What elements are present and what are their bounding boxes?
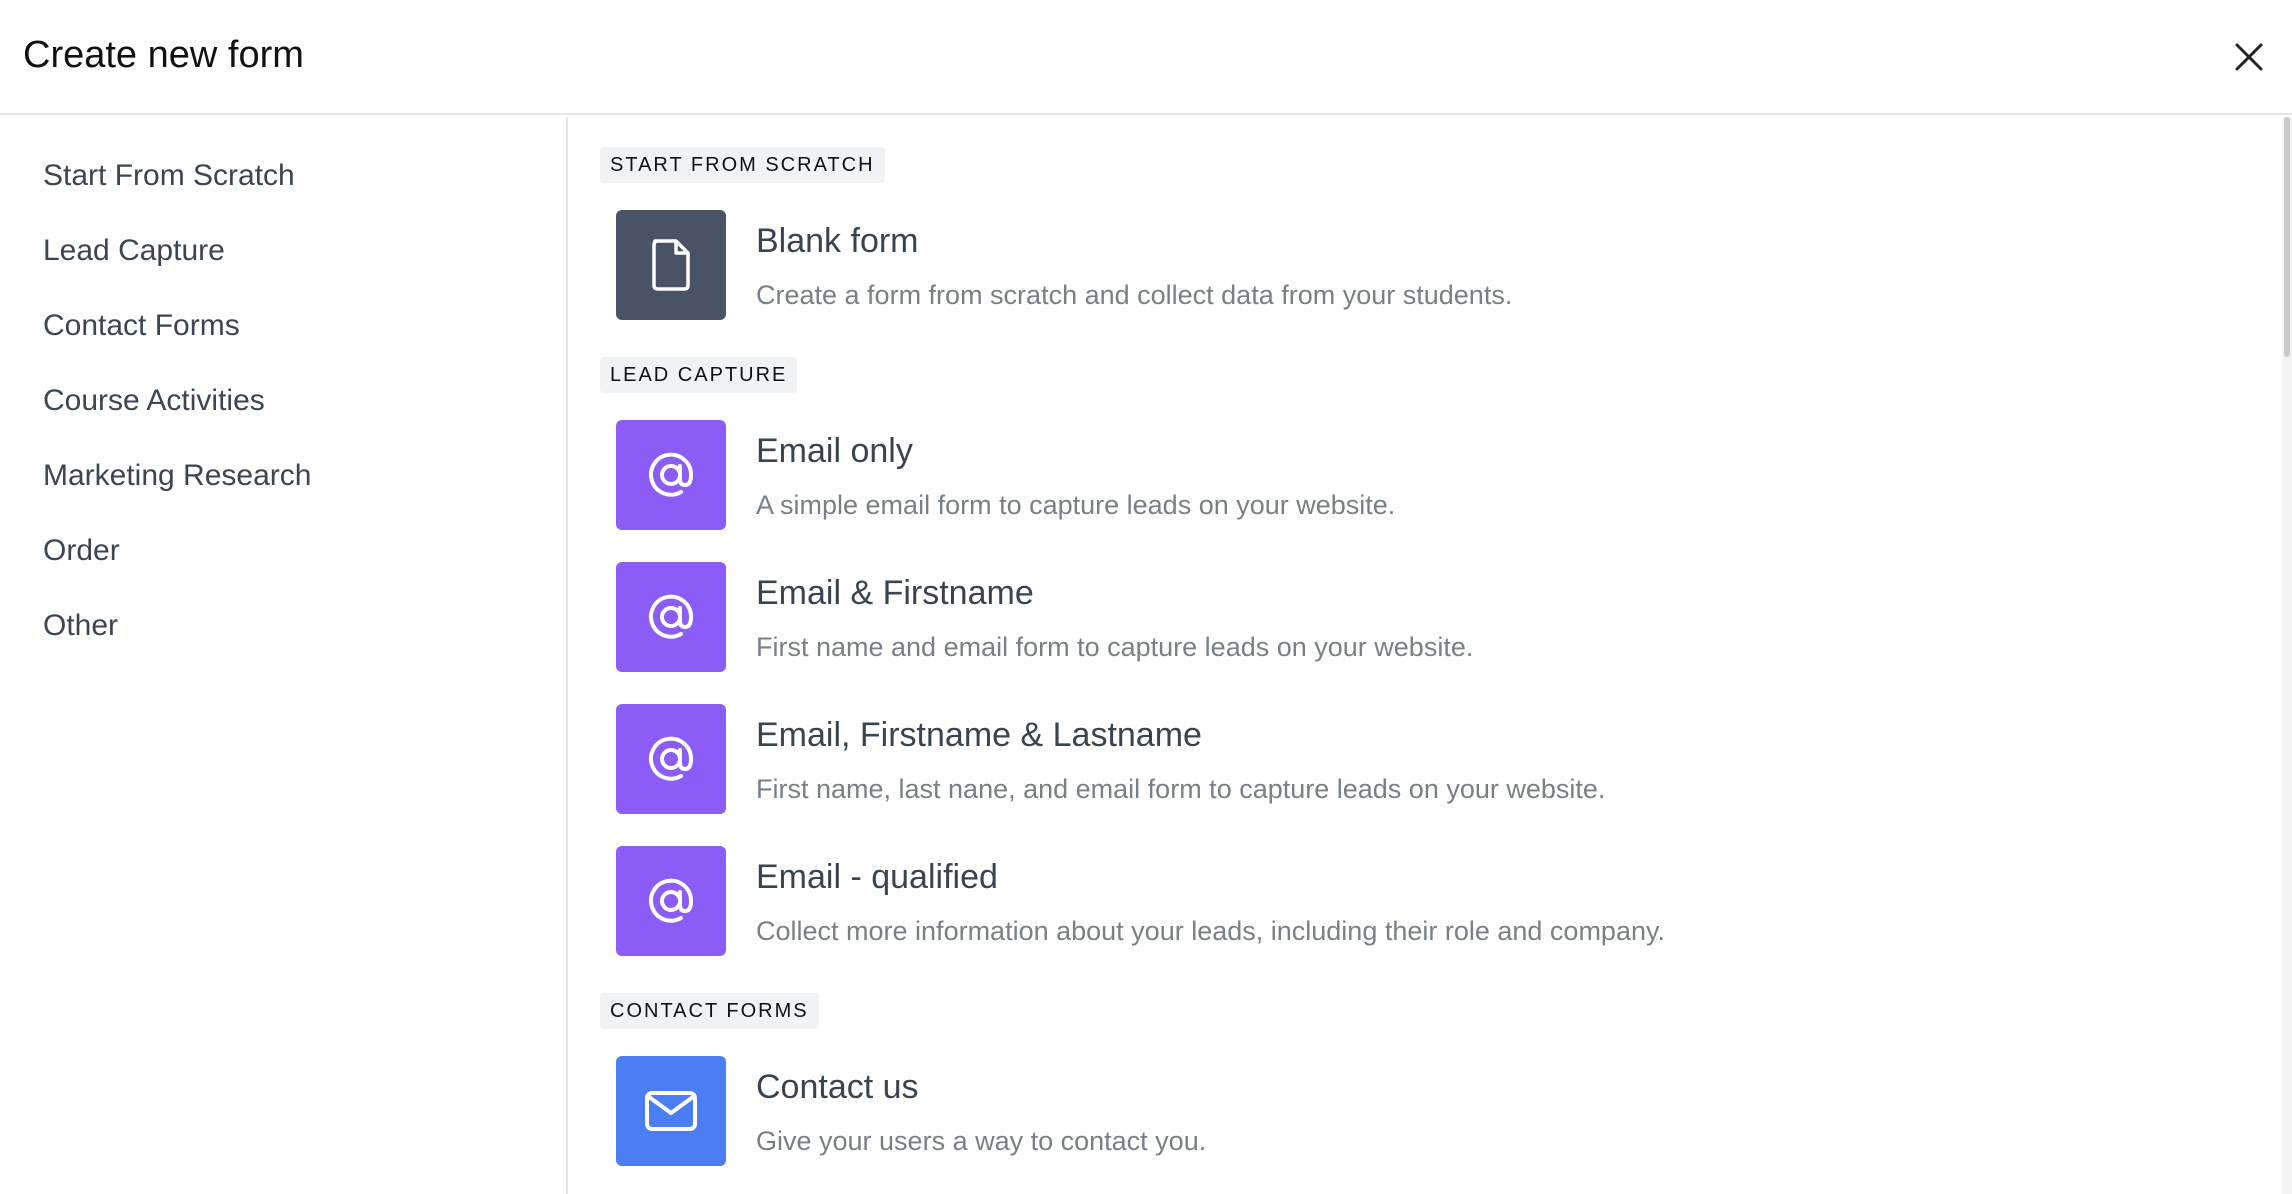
template-title: Email, Firstname & Lastname bbox=[756, 716, 1202, 754]
template-icon-tile bbox=[616, 210, 726, 320]
template-description: Collect more information about your lead… bbox=[756, 916, 1665, 946]
at-sign-icon bbox=[649, 452, 694, 497]
sidebar-item-order[interactable]: Order bbox=[43, 534, 120, 568]
template-list: START FROM SCRATCH Blank form Create a f… bbox=[570, 117, 2276, 1194]
at-sign-icon bbox=[649, 736, 694, 781]
sidebar-item-other[interactable]: Other bbox=[43, 609, 118, 643]
template-description: First name, last nane, and email form to… bbox=[756, 774, 1606, 804]
sidebar-item-marketing-research[interactable]: Marketing Research bbox=[43, 459, 311, 493]
sidebar-item-lead-capture[interactable]: Lead Capture bbox=[43, 234, 225, 268]
template-description: Create a form from scratch and collect d… bbox=[756, 280, 1513, 310]
template-description: Give your users a way to contact you. bbox=[756, 1126, 1207, 1156]
template-card-contact-us[interactable]: Contact us Give your users a way to cont… bbox=[616, 1056, 2116, 1166]
at-sign-icon bbox=[649, 594, 694, 639]
section-tag-lead-capture: LEAD CAPTURE bbox=[600, 357, 798, 393]
section-tag-contact-forms: CONTACT FORMS bbox=[600, 993, 819, 1029]
scrollbar-thumb[interactable] bbox=[2284, 117, 2290, 357]
template-description: First name and email form to capture lea… bbox=[756, 632, 1474, 662]
dialog-title: Create new form bbox=[23, 34, 304, 76]
template-title: Blank form bbox=[756, 222, 919, 260]
envelope-icon bbox=[645, 1091, 697, 1131]
template-card-email-firstname-lastname[interactable]: Email, Firstname & Lastname First name, … bbox=[616, 704, 2116, 814]
template-card-blank-form[interactable]: Blank form Create a form from scratch an… bbox=[616, 210, 2116, 320]
template-card-email-qualified[interactable]: Email - qualified Collect more informati… bbox=[616, 846, 2116, 956]
template-title: Email only bbox=[756, 432, 913, 470]
at-sign-icon bbox=[649, 878, 694, 923]
template-card-email-firstname[interactable]: Email & Firstname First name and email f… bbox=[616, 562, 2116, 672]
template-title: Email - qualified bbox=[756, 858, 998, 896]
template-icon-tile bbox=[616, 704, 726, 814]
category-sidebar: Start From Scratch Lead Capture Contact … bbox=[0, 117, 568, 1194]
section-tag-start-from-scratch: START FROM SCRATCH bbox=[600, 147, 885, 183]
template-icon-tile bbox=[616, 562, 726, 672]
template-card-email-only[interactable]: Email only A simple email form to captur… bbox=[616, 420, 2116, 530]
sidebar-item-contact-forms[interactable]: Contact Forms bbox=[43, 309, 240, 343]
dialog-header: Create new form bbox=[0, 0, 2292, 115]
template-title: Contact us bbox=[756, 1068, 919, 1106]
sidebar-item-course-activities[interactable]: Course Activities bbox=[43, 384, 265, 418]
template-icon-tile bbox=[616, 1056, 726, 1166]
sidebar-item-start-from-scratch[interactable]: Start From Scratch bbox=[43, 159, 295, 193]
document-icon bbox=[652, 239, 690, 291]
close-button[interactable] bbox=[2226, 34, 2272, 80]
template-icon-tile bbox=[616, 420, 726, 530]
close-icon bbox=[2235, 43, 2263, 71]
template-description: A simple email form to capture leads on … bbox=[756, 490, 1396, 520]
template-icon-tile bbox=[616, 846, 726, 956]
template-title: Email & Firstname bbox=[756, 574, 1034, 612]
